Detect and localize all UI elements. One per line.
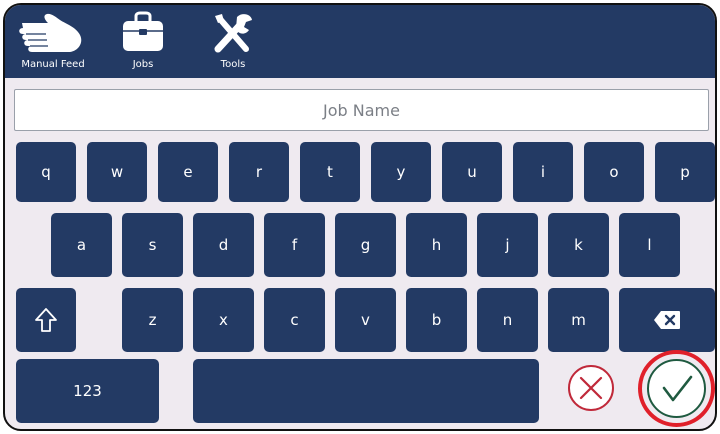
backspace-icon — [654, 311, 680, 329]
manual-feed-button[interactable]: Manual Feed — [10, 9, 96, 77]
key-l[interactable]: l — [619, 213, 680, 277]
job-name-input[interactable]: Job Name — [14, 89, 709, 131]
shift-key[interactable] — [16, 288, 76, 352]
cancel-button[interactable] — [568, 365, 614, 411]
x-circle-icon — [579, 376, 603, 400]
briefcase-icon — [115, 11, 171, 59]
key-f[interactable]: f — [264, 213, 325, 277]
key-b[interactable]: b — [406, 288, 467, 352]
key-c[interactable]: c — [264, 288, 325, 352]
check-circle-icon — [662, 375, 692, 401]
mode-123-key[interactable]: 123 — [16, 359, 159, 423]
key-t[interactable]: t — [300, 142, 360, 202]
key-m[interactable]: m — [548, 288, 609, 352]
manual-feed-label: Manual Feed — [21, 59, 85, 70]
key-o[interactable]: o — [584, 142, 644, 202]
key-g[interactable]: g — [335, 213, 396, 277]
backspace-key[interactable] — [619, 288, 715, 352]
key-n[interactable]: n — [477, 288, 538, 352]
jobs-button[interactable]: Jobs — [115, 9, 171, 77]
key-a[interactable]: a — [51, 213, 112, 277]
key-q[interactable]: q — [16, 142, 76, 202]
confirm-button[interactable] — [647, 359, 706, 418]
key-e[interactable]: e — [158, 142, 218, 202]
key-r[interactable]: r — [229, 142, 289, 202]
key-s[interactable]: s — [122, 213, 183, 277]
key-z[interactable]: z — [122, 288, 183, 352]
tools-button[interactable]: Tools — [205, 9, 261, 77]
key-y[interactable]: y — [371, 142, 431, 202]
jobs-label: Jobs — [132, 59, 154, 70]
hand-icon — [10, 11, 96, 59]
key-k[interactable]: k — [548, 213, 609, 277]
key-p[interactable]: p — [655, 142, 715, 202]
tools-label: Tools — [220, 59, 246, 70]
key-u[interactable]: u — [442, 142, 502, 202]
key-j[interactable]: j — [477, 213, 538, 277]
space-key[interactable] — [193, 359, 539, 423]
key-v[interactable]: v — [335, 288, 396, 352]
key-h[interactable]: h — [406, 213, 467, 277]
wrench-screwdriver-icon — [205, 11, 261, 59]
key-d[interactable]: d — [193, 213, 254, 277]
key-x[interactable]: x — [193, 288, 254, 352]
app-window: Manual Feed Jobs Tools Job Name q w e r … — [3, 3, 717, 431]
top-toolbar: Manual Feed Jobs Tools — [5, 5, 715, 78]
key-w[interactable]: w — [87, 142, 147, 202]
shift-arrow-icon — [35, 308, 57, 332]
key-i[interactable]: i — [513, 142, 573, 202]
